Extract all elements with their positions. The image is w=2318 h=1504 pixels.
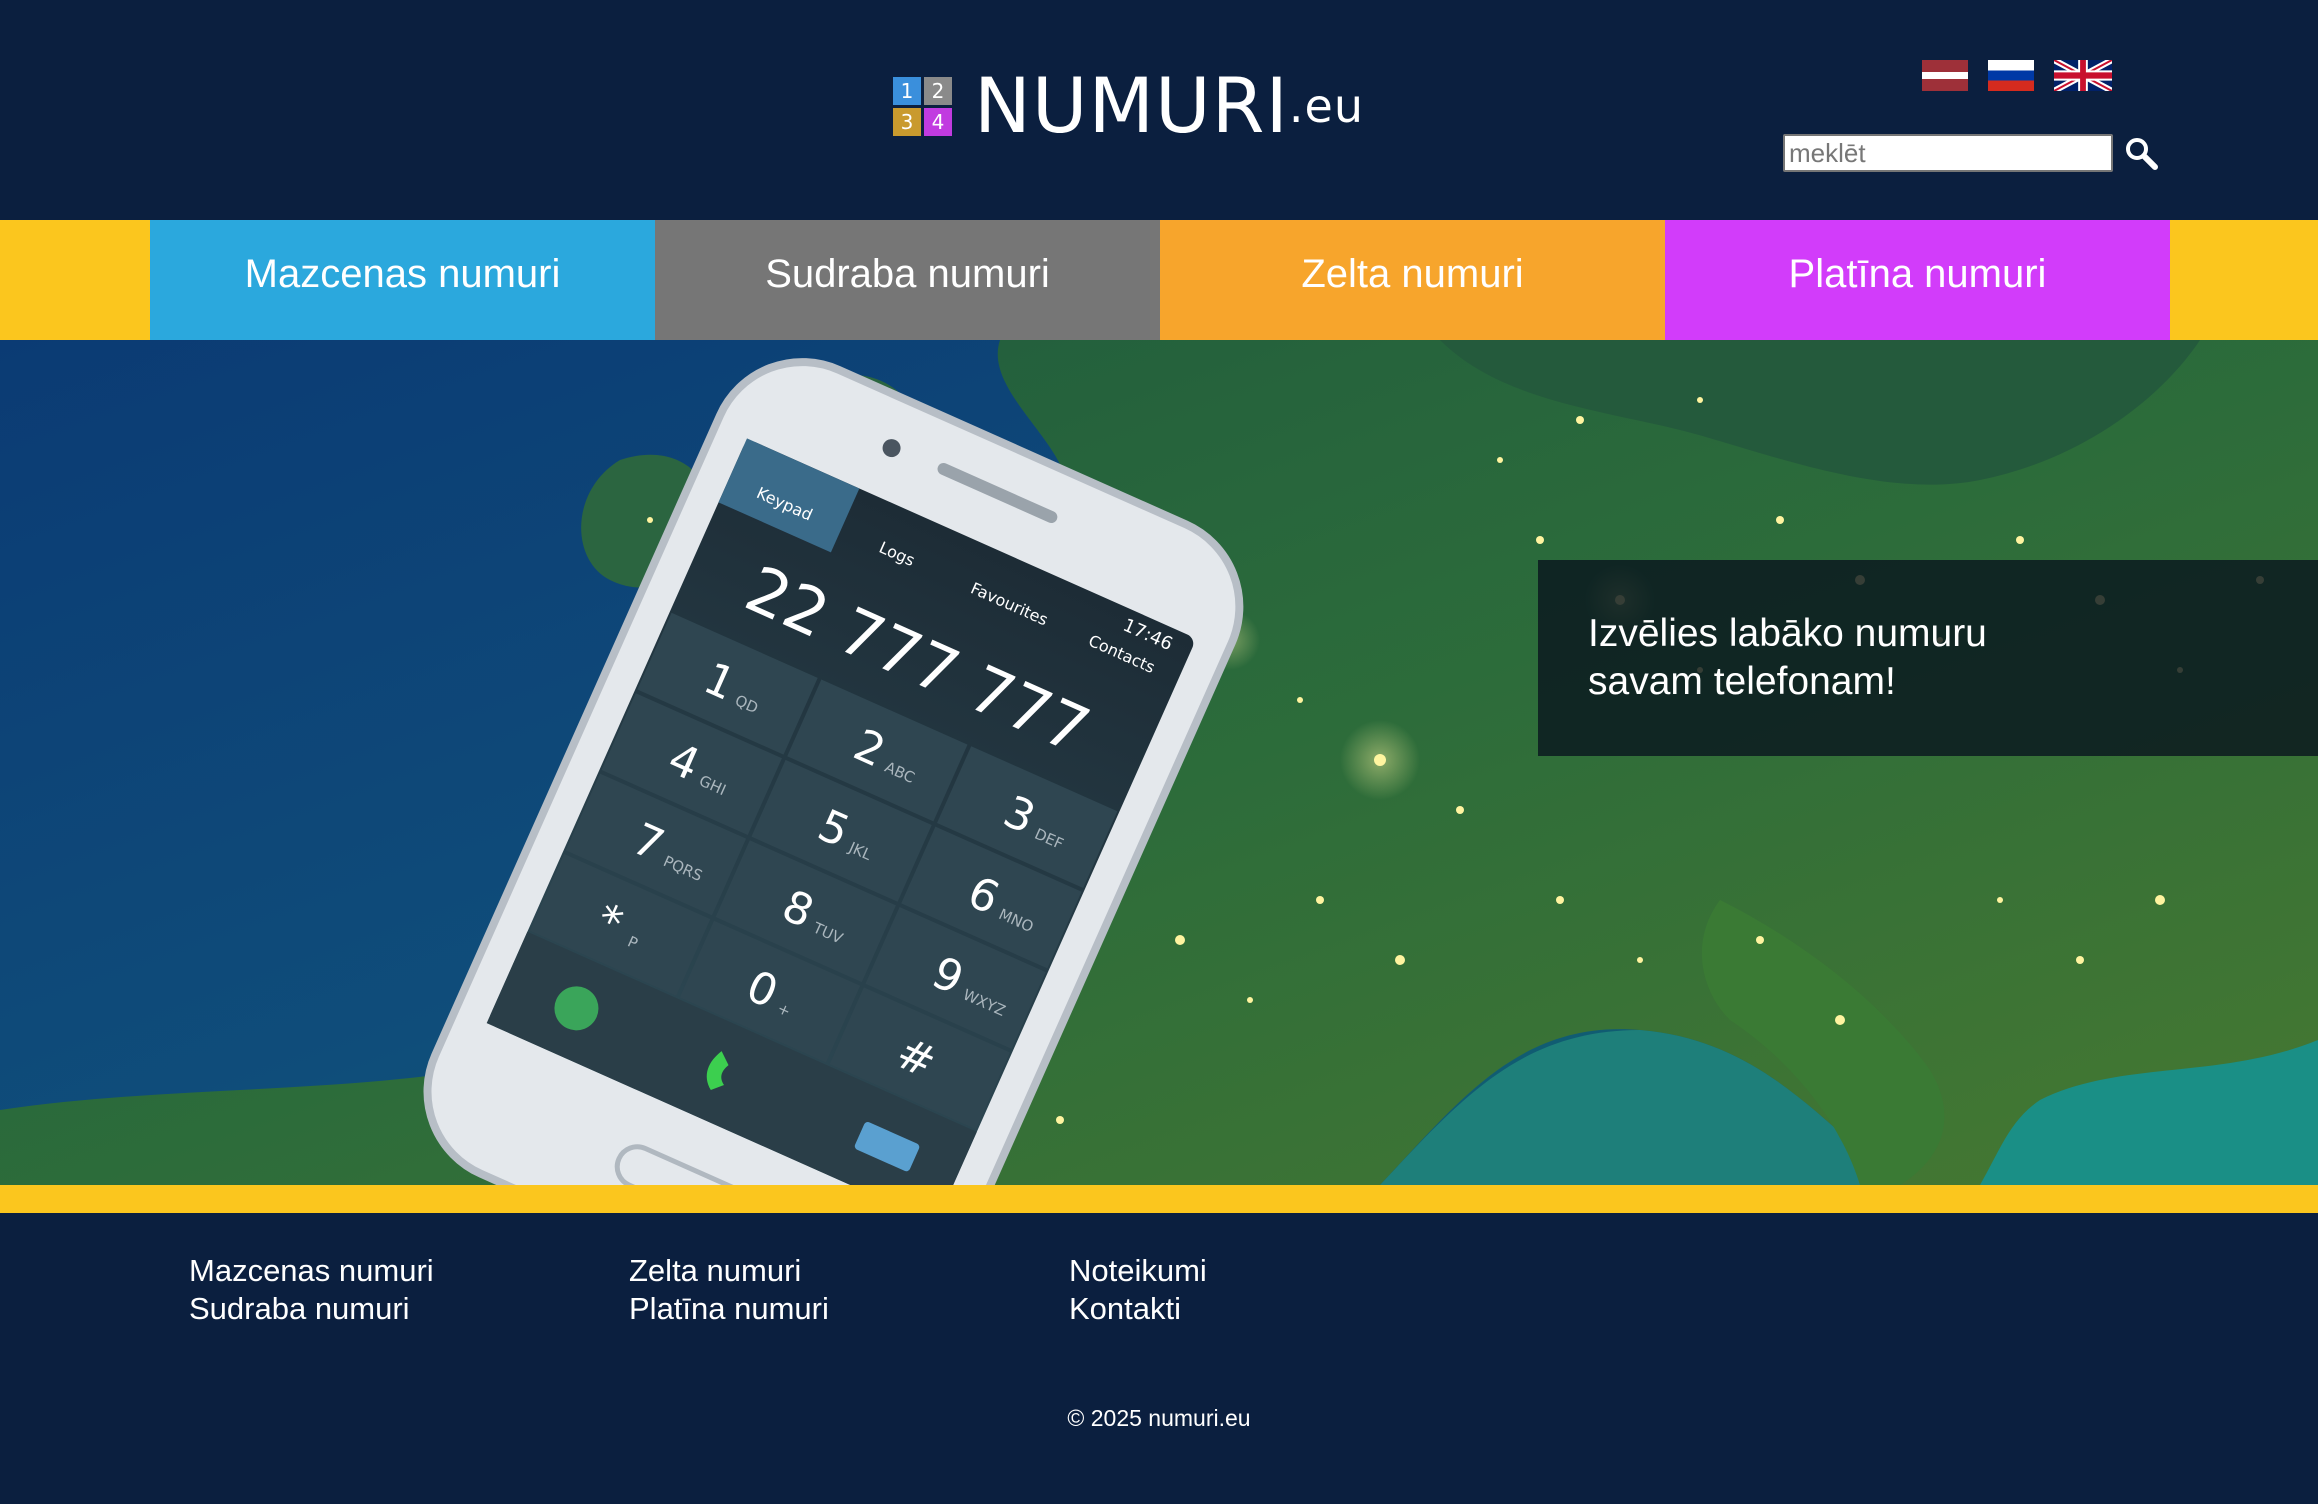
footer-link-mazcenas[interactable]: Mazcenas numuri — [189, 1252, 434, 1290]
logo-digit-3: 3 — [893, 107, 921, 136]
logo-digit-2: 2 — [924, 76, 952, 105]
site-header: 1 2 3 4 NUMURI .eu — [0, 0, 2318, 220]
russia-flag-icon[interactable] — [1988, 60, 2034, 91]
hero-caption-line-1: Izvēlies labāko numuru — [1588, 612, 1987, 655]
nav-item-sudraba[interactable]: Sudraba numuri — [655, 220, 1160, 340]
main-nav: Mazcenas numuri Sudraba numuri Zelta num… — [0, 220, 2318, 340]
footer-column-2: Zelta numuri Platīna numuri — [629, 1252, 829, 1328]
search-bar — [1783, 133, 2161, 173]
logo-name: NUMURI — [974, 61, 1289, 150]
site-logo[interactable]: 1 2 3 4 NUMURI .eu — [893, 68, 1364, 144]
hero-caption: Izvēlies labāko numuru savam telefonam! — [1538, 560, 2318, 756]
site-footer: Mazcenas numuri Sudraba numuri Zelta num… — [0, 1213, 2318, 1504]
footer-link-kontakti[interactable]: Kontakti — [1069, 1290, 1207, 1328]
logo-digit-1: 1 — [893, 76, 921, 105]
logo-digit-4: 4 — [924, 107, 952, 136]
search-icon — [2126, 138, 2158, 170]
footer-column-1: Mazcenas numuri Sudraba numuri — [189, 1252, 434, 1328]
hero-banner: Keypad Logs Favourites Contacts 17:46 22… — [0, 340, 2318, 1185]
hero-caption-line-2: savam telefonam! — [1588, 660, 1896, 703]
footer-link-platina[interactable]: Platīna numuri — [629, 1290, 829, 1328]
yellow-divider — [0, 1185, 2318, 1213]
logo-suffix: .eu — [1288, 79, 1364, 133]
footer-link-noteikumi[interactable]: Noteikumi — [1069, 1252, 1207, 1290]
search-button[interactable] — [2121, 133, 2161, 173]
language-switcher — [1922, 60, 2112, 91]
nav-item-mazcenas[interactable]: Mazcenas numuri — [150, 220, 655, 340]
uk-flag-icon[interactable] — [2054, 60, 2112, 91]
search-input[interactable] — [1783, 134, 2113, 172]
copyright: © 2025 numuri.eu — [1067, 1405, 1251, 1431]
footer-column-3: Noteikumi Kontakti — [1069, 1252, 1207, 1328]
logo-number-grid-icon: 1 2 3 4 — [893, 76, 952, 136]
footer-link-zelta[interactable]: Zelta numuri — [629, 1252, 829, 1290]
latvia-flag-icon[interactable] — [1922, 60, 1968, 91]
nav-item-zelta[interactable]: Zelta numuri — [1160, 220, 1665, 340]
europe-night-map-image: Keypad Logs Favourites Contacts 17:46 22… — [0, 340, 2318, 1185]
nav-item-platina[interactable]: Platīna numuri — [1665, 220, 2170, 340]
footer-link-sudraba[interactable]: Sudraba numuri — [189, 1290, 434, 1328]
